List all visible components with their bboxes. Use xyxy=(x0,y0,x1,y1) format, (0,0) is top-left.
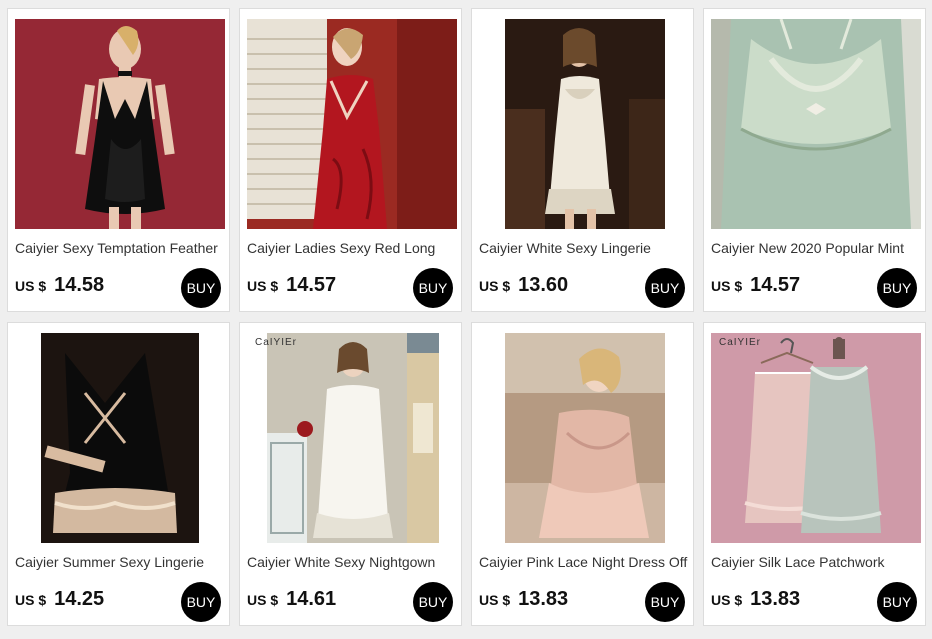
currency-label: US $ xyxy=(15,278,47,294)
price-amount: 14.57 xyxy=(286,274,337,296)
buy-button[interactable]: BUY xyxy=(413,582,453,622)
currency-label: US $ xyxy=(247,592,279,608)
product-price: US $ 14.25 xyxy=(15,588,104,612)
buy-button[interactable]: BUY xyxy=(877,582,917,622)
product-image[interactable] xyxy=(15,333,225,543)
product-title[interactable]: Caiyier White Sexy Lingerie xyxy=(479,240,691,256)
product-card[interactable]: CaIYIEr Caiyier Silk Lace Patchwork US $… xyxy=(703,322,926,626)
product-card[interactable]: Caiyier Ladies Sexy Red Long US $ 14.57 … xyxy=(239,8,462,312)
product-card[interactable]: Caiyier Summer Sexy Lingerie US $ 14.25 … xyxy=(7,322,230,626)
price-amount: 14.57 xyxy=(750,274,801,296)
price-amount: 13.83 xyxy=(750,588,801,610)
product-image[interactable] xyxy=(15,19,225,229)
product-image[interactable]: CaIYIEr xyxy=(711,333,921,543)
currency-label: US $ xyxy=(479,592,511,608)
product-card[interactable]: Caiyier Pink Lace Night Dress Off US $ 1… xyxy=(471,322,694,626)
product-price: US $ 14.61 xyxy=(247,588,336,612)
price-amount: 13.60 xyxy=(518,274,569,296)
buy-button[interactable]: BUY xyxy=(181,268,221,308)
product-grid: Caiyier Sexy Temptation Feather US $ 14.… xyxy=(0,0,932,639)
currency-label: US $ xyxy=(711,592,743,608)
product-price: US $ 13.60 xyxy=(479,274,568,298)
product-title[interactable]: Caiyier New 2020 Popular Mint xyxy=(711,240,923,256)
buy-button[interactable]: BUY xyxy=(181,582,221,622)
product-title[interactable]: Caiyier Sexy Temptation Feather xyxy=(15,240,227,256)
product-image[interactable] xyxy=(479,19,689,229)
product-title[interactable]: Caiyier Summer Sexy Lingerie xyxy=(15,554,227,570)
buy-button[interactable]: BUY xyxy=(645,582,685,622)
currency-label: US $ xyxy=(711,278,743,294)
product-title[interactable]: Caiyier Silk Lace Patchwork xyxy=(711,554,923,570)
price-amount: 14.58 xyxy=(54,274,105,296)
product-price: US $ 14.57 xyxy=(247,274,336,298)
product-image[interactable]: CaIYIEr xyxy=(247,333,457,543)
price-amount: 14.25 xyxy=(54,588,105,610)
product-card[interactable]: Caiyier New 2020 Popular Mint US $ 14.57… xyxy=(703,8,926,312)
product-image[interactable] xyxy=(711,19,921,229)
product-title[interactable]: Caiyier White Sexy Nightgown xyxy=(247,554,459,570)
buy-button[interactable]: BUY xyxy=(877,268,917,308)
currency-label: US $ xyxy=(247,278,279,294)
product-price: US $ 13.83 xyxy=(711,588,800,612)
product-image[interactable] xyxy=(247,19,457,229)
price-amount: 14.61 xyxy=(286,588,337,610)
product-price: US $ 13.83 xyxy=(479,588,568,612)
product-image[interactable] xyxy=(479,333,689,543)
product-card[interactable]: Caiyier White Sexy Lingerie US $ 13.60 B… xyxy=(471,8,694,312)
product-title[interactable]: Caiyier Ladies Sexy Red Long xyxy=(247,240,459,256)
currency-label: US $ xyxy=(15,592,47,608)
product-card[interactable]: CaIYIEr Caiyier White Sexy Nightgown US … xyxy=(239,322,462,626)
product-price: US $ 14.58 xyxy=(15,274,104,298)
brand-watermark: CaIYIEr xyxy=(719,337,762,348)
price-amount: 13.83 xyxy=(518,588,569,610)
currency-label: US $ xyxy=(479,278,511,294)
product-title[interactable]: Caiyier Pink Lace Night Dress Off xyxy=(479,554,691,570)
product-price: US $ 14.57 xyxy=(711,274,800,298)
brand-watermark: CaIYIEr xyxy=(255,337,298,348)
product-card[interactable]: Caiyier Sexy Temptation Feather US $ 14.… xyxy=(7,8,230,312)
buy-button[interactable]: BUY xyxy=(645,268,685,308)
buy-button[interactable]: BUY xyxy=(413,268,453,308)
